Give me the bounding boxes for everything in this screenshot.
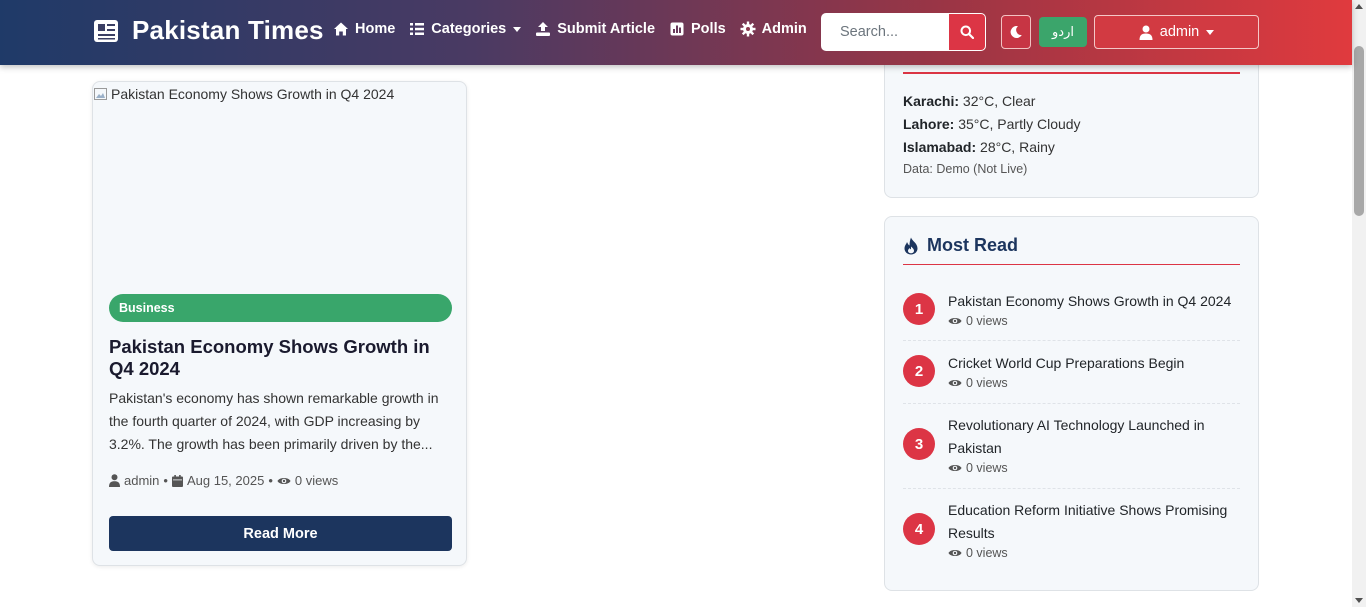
fire-icon: [904, 237, 918, 254]
most-read-link[interactable]: Pakistan Economy Shows Growth in Q4 2024: [948, 290, 1240, 313]
eye-icon: [948, 318, 962, 324]
brand-title: Pakistan Times: [132, 15, 324, 45]
views-count: 0 views: [966, 546, 1008, 560]
weather-city: Islamabad:: [903, 139, 977, 155]
dark-mode-toggle[interactable]: [1001, 15, 1031, 49]
broken-image-icon: [94, 88, 107, 100]
article-author: admin: [124, 473, 160, 488]
nav-home[interactable]: Home: [333, 21, 395, 37]
weather-value: 32°C, Clear: [959, 93, 1036, 109]
nav-polls[interactable]: Polls: [669, 21, 726, 37]
eye-icon: [948, 465, 962, 471]
weather-city: Lahore:: [903, 116, 955, 132]
most-read-widget: Most Read 1 Pakistan Economy Shows Growt…: [884, 216, 1259, 591]
eye-icon: [277, 477, 291, 484]
meta-separator: •: [163, 473, 168, 488]
rank-badge: 3: [903, 428, 935, 460]
brand-link[interactable]: Pakistan Times: [92, 15, 324, 46]
chevron-down-icon: [1206, 29, 1215, 35]
scroll-down-arrow-icon[interactable]: [1355, 598, 1363, 603]
most-read-views: 0 views: [948, 461, 1240, 475]
scroll-up-arrow-icon[interactable]: [1355, 4, 1363, 9]
most-read-title: Most Read: [927, 235, 1019, 255]
most-read-views: 0 views: [948, 376, 1240, 390]
upload-icon: [536, 22, 551, 36]
rank-badge: 2: [903, 355, 935, 387]
gear-icon: [740, 21, 756, 37]
article-card: Pakistan Economy Shows Growth in Q4 2024…: [92, 81, 467, 566]
views-count: 0 views: [966, 314, 1008, 328]
weather-row: Lahore: 35°C, Partly Cloudy: [903, 113, 1081, 136]
meta-separator: •: [268, 473, 273, 488]
list-item-body: Pakistan Economy Shows Growth in Q4 2024…: [948, 290, 1240, 328]
nav-categories-label: Categories: [431, 21, 507, 37]
eye-icon: [948, 550, 962, 556]
list-icon: [410, 23, 425, 35]
article-date: Aug 15, 2025: [186, 473, 265, 488]
nav-submit-article[interactable]: Submit Article: [535, 21, 655, 37]
page-scrollbar[interactable]: [1352, 0, 1366, 607]
weather-value: 28°C, Rainy: [976, 139, 1055, 155]
category-badge[interactable]: Business: [109, 294, 452, 322]
rank-badge: 1: [903, 293, 935, 325]
nav-home-label: Home: [355, 21, 396, 37]
weather-row: Islamabad: 28°C, Rainy: [903, 136, 1081, 159]
article-excerpt: Pakistan's economy has shown remarkable …: [109, 390, 439, 452]
article-views: 0 views: [294, 473, 339, 488]
user-name: admin: [1159, 24, 1200, 40]
most-read-heading: Most Read: [903, 235, 1018, 256]
most-read-views: 0 views: [948, 546, 1240, 560]
article-title[interactable]: Pakistan Economy Shows Growth in Q4 2024: [109, 336, 449, 380]
most-read-link[interactable]: Education Reform Initiative Shows Promis…: [948, 499, 1240, 545]
poll-icon: [670, 22, 684, 36]
image-alt-label: Pakistan Economy Shows Growth in Q4 2024: [111, 86, 395, 102]
search-input[interactable]: [821, 13, 949, 51]
user-icon: [1139, 25, 1153, 40]
chevron-down-icon: [513, 26, 522, 32]
nav-admin[interactable]: Admin: [740, 21, 807, 37]
search-form: [821, 13, 986, 51]
weather-note: Data: Demo (Not Live): [903, 162, 1028, 176]
image-alt-text: Pakistan Economy Shows Growth in Q4 2024: [93, 86, 394, 102]
language-toggle-button[interactable]: اردو: [1039, 17, 1087, 47]
list-item-body: Revolutionary AI Technology Launched in …: [948, 414, 1240, 475]
nav-submit-article-label: Submit Article: [557, 21, 656, 37]
list-item-body: Cricket World Cup Preparations Begin 0 v…: [948, 352, 1240, 390]
rank-badge: 4: [903, 513, 935, 545]
most-read-divider: [903, 264, 1240, 265]
list-divider: [903, 340, 1240, 341]
scrollbar-thumb[interactable]: [1354, 46, 1364, 216]
user-menu-button[interactable]: admin: [1094, 15, 1259, 49]
weather-divider: [903, 72, 1240, 74]
views-count: 0 views: [966, 376, 1008, 390]
weather-value: 35°C, Partly Cloudy: [954, 116, 1081, 132]
nav-polls-label: Polls: [691, 21, 726, 37]
top-navbar: Pakistan Times Home Categories Submit Ar…: [0, 0, 1352, 65]
views-count: 0 views: [966, 461, 1008, 475]
calendar-icon: [171, 474, 183, 487]
main-nav: Home Categories Submit Article Polls Adm…: [333, 21, 821, 37]
newspaper-icon: [94, 19, 118, 42]
most-read-views: 0 views: [948, 314, 1240, 328]
search-button[interactable]: [949, 13, 986, 51]
most-read-link[interactable]: Cricket World Cup Preparations Begin: [948, 352, 1240, 375]
home-icon: [334, 22, 348, 36]
weather-row: Karachi: 32°C, Clear: [903, 90, 1081, 113]
list-divider: [903, 403, 1240, 404]
list-item-body: Education Reform Initiative Shows Promis…: [948, 499, 1240, 560]
article-meta: admin • Aug 15, 2025 • 0 views: [109, 473, 338, 488]
nav-admin-label: Admin: [761, 21, 807, 37]
weather-list: Karachi: 32°C, Clear Lahore: 35°C, Partl…: [903, 90, 1081, 176]
most-read-link[interactable]: Revolutionary AI Technology Launched in …: [948, 414, 1240, 460]
read-more-button[interactable]: Read More: [109, 516, 452, 551]
user-icon: [109, 474, 120, 487]
nav-categories[interactable]: Categories: [409, 21, 522, 37]
list-divider: [903, 488, 1240, 489]
search-icon: [960, 25, 974, 39]
article-image[interactable]: Pakistan Economy Shows Growth in Q4 2024: [93, 82, 466, 277]
eye-icon: [948, 380, 962, 386]
moon-icon: [1010, 26, 1022, 39]
weather-city: Karachi:: [903, 93, 960, 109]
